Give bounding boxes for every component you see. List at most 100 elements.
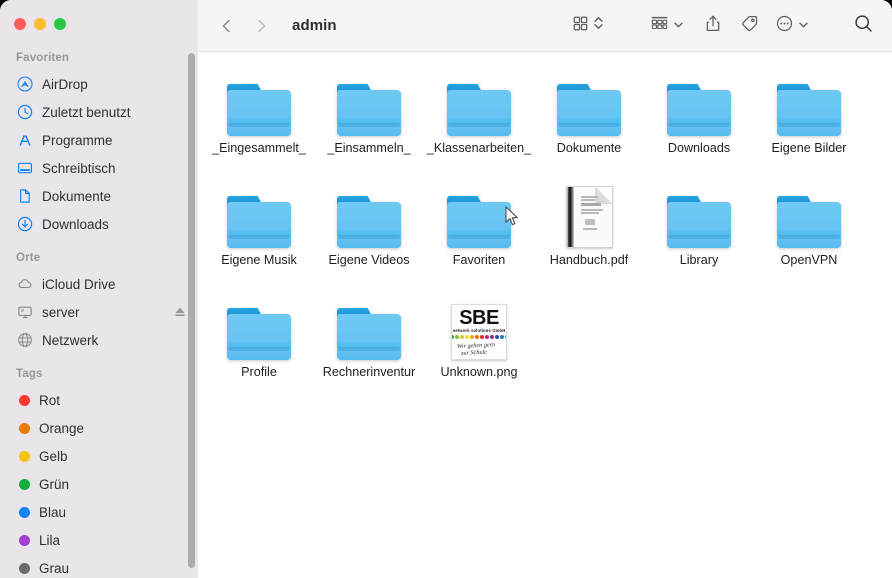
globe-icon [16,332,33,349]
file-item[interactable]: Favoriten [424,178,534,290]
toolbar: admin [198,0,892,52]
file-item[interactable]: Profile [204,290,314,402]
folder-icon [314,178,424,250]
file-item[interactable]: Library [644,178,754,290]
tag-dot-icon [19,506,30,518]
file-item[interactable]: Eigene Musik [204,178,314,290]
sbe-color-dots [452,335,506,339]
sidebar-item-label: Schreibtisch [42,160,116,176]
sidebar-tag-gruen[interactable]: Grün [0,470,198,498]
sidebar-item-label: Grün [39,476,70,492]
sidebar-item-server[interactable]: server [0,298,198,326]
sbe-subtitle: network solutions GmbH [452,328,506,333]
file-label: _Einsammeln_ [327,141,411,155]
stepper-chevrons-icon[interactable] [593,14,604,37]
applications-icon [16,132,33,149]
file-item[interactable]: Eigene Bilder [754,66,864,178]
sidebar-item-label: Zuletzt benutzt [42,104,131,120]
file-item[interactable]: _Einsammeln_ [314,66,424,178]
search-button[interactable] [853,11,874,41]
airdrop-icon [16,76,33,93]
folder-icon [424,178,534,250]
sidebar-item-label: Orange [39,420,85,436]
clock-icon [16,104,33,121]
chevron-down-icon[interactable] [673,17,684,35]
file-item[interactable]: _Eingesammelt_ [204,66,314,178]
sidebar-item-label: AirDrop [42,76,88,92]
finder-window: Favoriten AirDrop Zuletzt benutzt Progra… [0,0,892,578]
file-label: Library [679,253,719,267]
folder-icon [204,178,314,250]
sidebar-scrollbar[interactable] [188,53,195,568]
sidebar-item-downloads[interactable]: Downloads [0,210,198,238]
sidebar-item-label: Rot [39,392,61,408]
sidebar-item-label: server [42,304,80,320]
group-by-button[interactable] [650,11,684,41]
sidebar-section-tags: Tags [16,368,43,380]
sidebar-scroll-area: Favoriten AirDrop Zuletzt benutzt Progra… [0,0,198,578]
back-button[interactable] [212,11,242,41]
tag-dot-icon [19,422,30,434]
more-options-button[interactable] [775,11,809,41]
sidebar-tag-rot[interactable]: Rot [0,386,198,414]
view-mode-button[interactable] [572,11,604,41]
share-button[interactable] [704,11,722,41]
sidebar-item-label: Gelb [39,448,68,464]
sidebar-item-label: Programme [42,132,113,148]
sidebar-tag-gelb[interactable]: Gelb [0,442,198,470]
file-item[interactable]: _Klassenarbeiten_ [424,66,534,178]
sidebar-item-icloud-drive[interactable]: iCloud Drive [0,270,198,298]
tag-icon [740,14,759,38]
file-item[interactable]: SBE network solutions GmbH Wir gehen ger… [424,290,534,402]
tag-dot-icon [19,478,30,490]
sidebar-tag-blau[interactable]: Blau [0,498,198,526]
file-item[interactable]: Dokumente [534,66,644,178]
file-item[interactable]: Rechnerinventur [314,290,424,402]
sidebar-item-netzwerk[interactable]: Netzwerk [0,326,198,354]
file-label: Eigene Videos [328,253,410,267]
file-item[interactable]: OpenVPN [754,178,864,290]
file-label: OpenVPN [780,253,838,267]
maximize-button[interactable] [54,18,66,30]
file-label: Handbuch.pdf [549,253,629,267]
file-label: Unknown.png [440,365,518,379]
eject-icon[interactable] [171,304,188,321]
forward-button[interactable] [246,11,276,41]
sidebar-item-label: iCloud Drive [42,276,116,292]
sidebar-item-label: Blau [39,504,67,520]
sidebar-tag-grau[interactable]: Grau [0,554,198,578]
document-icon [16,188,33,205]
sidebar-item-dokumente[interactable]: Dokumente [0,182,198,210]
close-button[interactable] [14,18,26,30]
sidebar-tag-orange[interactable]: Orange [0,414,198,442]
sidebar-item-programme[interactable]: Programme [0,126,198,154]
folder-icon [754,178,864,250]
sbe-slogan-line2: zur Schule [460,348,488,357]
folder-icon [314,66,424,138]
tag-dot-icon [19,394,30,406]
sidebar-item-label: Lila [39,532,61,548]
file-item[interactable]: Handbuch.pdf [534,178,644,290]
file-item[interactable]: Eigene Videos [314,178,424,290]
file-label: Profile [241,365,277,379]
folder-icon [754,66,864,138]
file-label: Eigene Bilder [771,141,847,155]
tag-button[interactable] [740,11,759,41]
file-label: Eigene Musik [221,253,297,267]
minimize-button[interactable] [34,18,46,30]
tag-dot-icon [19,450,30,462]
sidebar-section-favoriten: Favoriten [16,52,70,64]
sbe-wordmark: SBE [459,307,499,329]
sidebar-tag-lila[interactable]: Lila [0,526,198,554]
sidebar-item-airdrop[interactable]: AirDrop [0,70,198,98]
ellipsis-circle-icon [775,14,794,38]
sidebar-item-schreibtisch[interactable]: Schreibtisch [0,154,198,182]
monitor-icon [16,304,33,321]
sidebar-item-label: Dokumente [42,188,112,204]
grid-view-icon [572,15,589,37]
file-label: Dokumente [556,141,622,155]
folder-icon [534,66,644,138]
sidebar-item-zuletzt-benutzt[interactable]: Zuletzt benutzt [0,98,198,126]
file-item[interactable]: Downloads [644,66,754,178]
chevron-down-icon[interactable] [798,17,809,35]
